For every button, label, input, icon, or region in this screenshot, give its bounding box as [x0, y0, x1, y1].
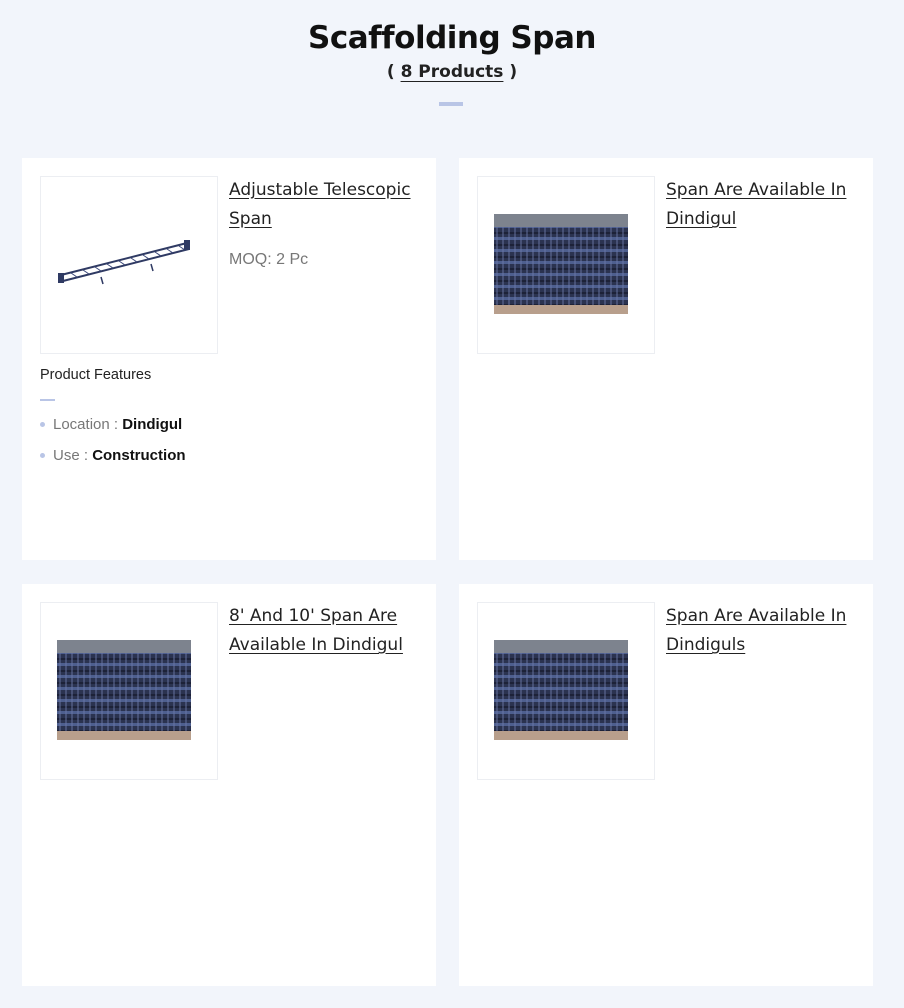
feature-value: Construction: [92, 447, 186, 464]
features-divider: [40, 399, 55, 401]
span-stack-image: [494, 214, 628, 314]
product-card: Adjustable Telescopic Span MOQ: 2 Pc Pro…: [22, 158, 436, 560]
product-title-link[interactable]: Span Are Available In Dindigul: [666, 176, 856, 234]
count-open-paren: (: [386, 62, 401, 82]
product-features-label: Product Features: [40, 367, 152, 383]
count-text[interactable]: 8 Products: [401, 62, 504, 82]
feature-location: Location : Dindigul: [40, 416, 182, 433]
product-image[interactable]: [40, 602, 218, 780]
count-close-paren: ): [503, 62, 518, 82]
feature-label: Location :: [53, 416, 119, 433]
span-stack-image: [57, 640, 191, 740]
product-count: ( 8 Products ): [0, 62, 904, 82]
page-title: Scaffolding Span: [308, 20, 596, 56]
product-card: Span Are Available In Dindigul: [459, 158, 873, 560]
feature-label: Use :: [53, 447, 89, 464]
product-card: 8' And 10' Span Are Available In Dindigu…: [22, 584, 436, 986]
product-title-link[interactable]: 8' And 10' Span Are Available In Dindigu…: [229, 602, 419, 660]
bullet-icon: [40, 421, 45, 427]
bullet-icon: [40, 452, 45, 458]
product-image[interactable]: [477, 176, 655, 354]
title-divider: [439, 102, 463, 106]
product-image[interactable]: [477, 602, 655, 780]
feature-use: Use : Construction: [40, 447, 186, 464]
product-image[interactable]: [40, 176, 218, 354]
product-title-link[interactable]: Span Are Available In Dindiguls: [666, 602, 856, 660]
product-card: Span Are Available In Dindiguls: [459, 584, 873, 986]
moq-text: MOQ: 2 Pc: [229, 251, 309, 268]
span-stack-image: [494, 640, 628, 740]
telescopic-span-image: [58, 240, 190, 285]
product-title-link[interactable]: Adjustable Telescopic Span: [229, 176, 419, 234]
feature-value: Dindigul: [122, 416, 183, 433]
